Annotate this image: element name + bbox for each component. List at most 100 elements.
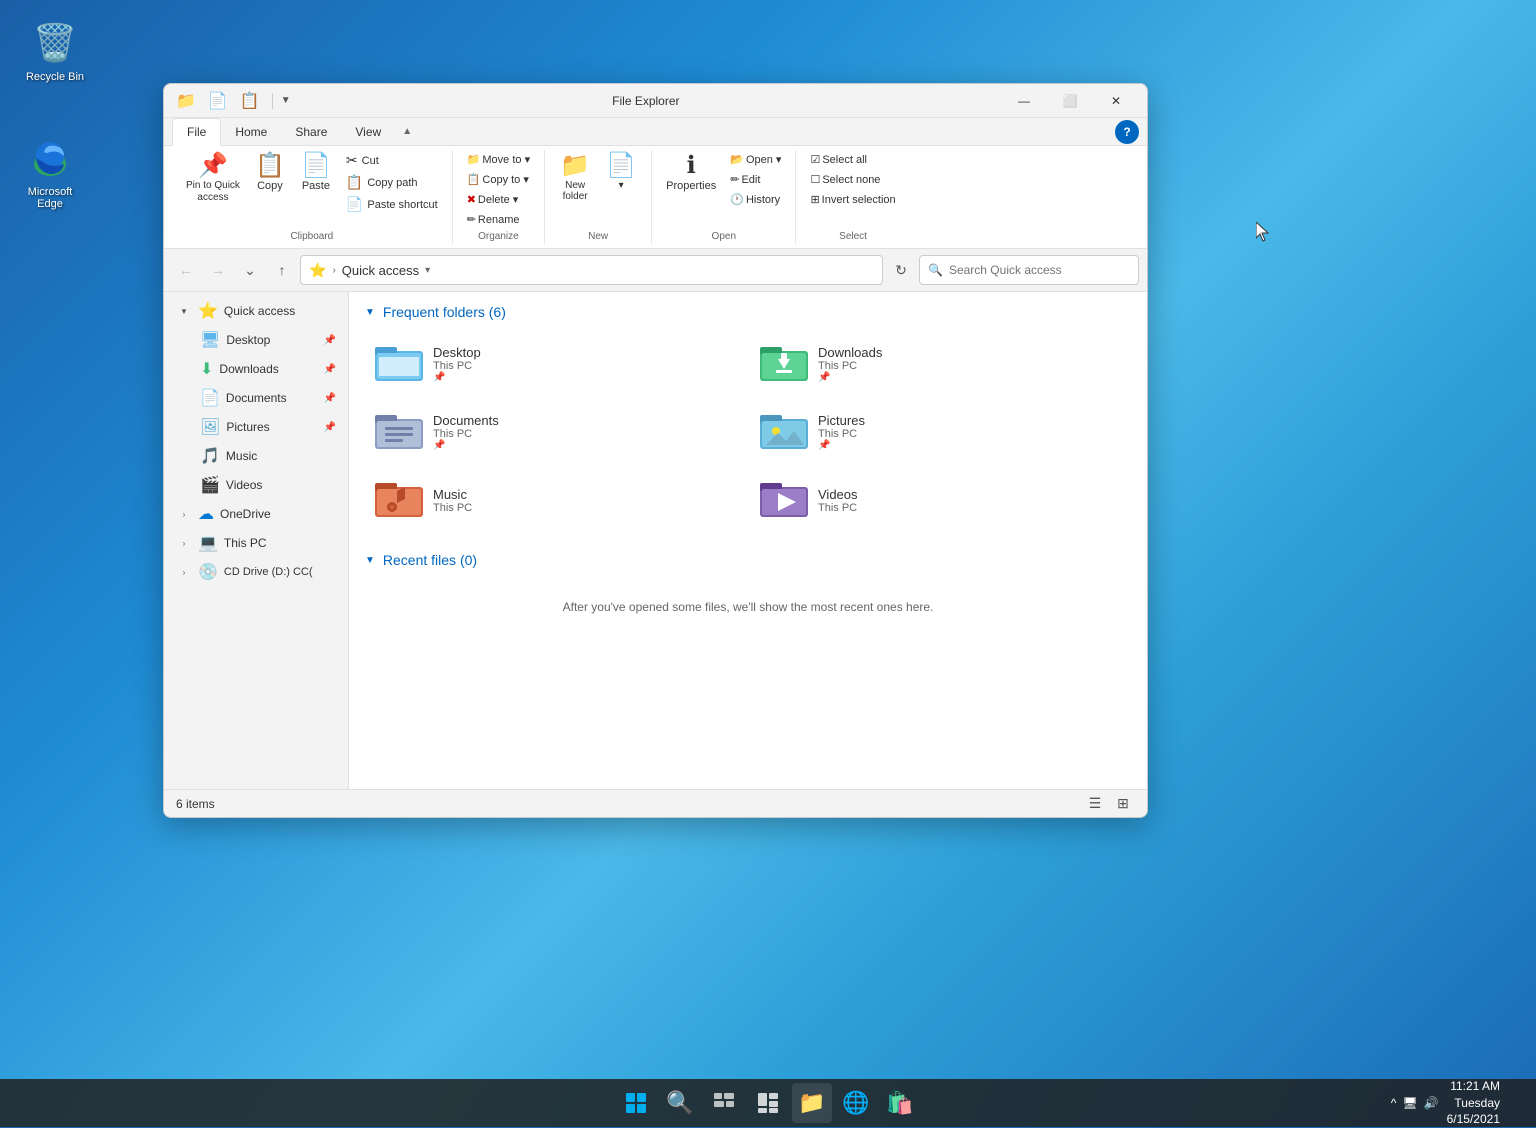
- search-box[interactable]: 🔍: [919, 255, 1139, 285]
- sidebar-item-this-pc[interactable]: › 💻 This PC: [168, 529, 344, 557]
- music-sidebar-icon: 🎵: [200, 446, 220, 466]
- folder-item-videos[interactable]: Videos This PC: [750, 468, 1131, 532]
- forward-button[interactable]: →: [204, 256, 232, 284]
- file-explorer-taskbar-button[interactable]: 📁: [792, 1083, 832, 1123]
- sidebar-item-pictures[interactable]: 🖼 Pictures 📌: [192, 413, 344, 441]
- copy-path-icon: 📋: [346, 174, 363, 191]
- rename-button[interactable]: ✏ Rename: [461, 210, 536, 229]
- copy-path-button[interactable]: 📋 Copy path: [340, 172, 444, 193]
- network-icon[interactable]: 🖥: [1402, 1096, 1417, 1110]
- folder-item-music[interactable]: Music This PC: [365, 468, 746, 532]
- cut-button[interactable]: ✂ Cut: [340, 150, 444, 171]
- list-view-button[interactable]: ☰: [1083, 792, 1107, 816]
- help-button[interactable]: ?: [1115, 120, 1139, 144]
- chevron-icon[interactable]: ^: [1391, 1096, 1397, 1110]
- volume-icon[interactable]: 🔊: [1424, 1096, 1439, 1110]
- paste-icon-tb: 📋: [236, 89, 264, 113]
- copy-to-icon: 📋: [467, 173, 481, 186]
- open-icon: 📂: [730, 153, 744, 166]
- paste-button[interactable]: 📄 Paste: [294, 150, 338, 196]
- title-bar: 📁 📄 📋 ▼ File Explorer — ⬜ ✕: [164, 84, 1147, 118]
- folder-item-downloads[interactable]: Downloads This PC 📌: [750, 332, 1131, 396]
- sidebar-item-music[interactable]: 🎵 Music: [192, 442, 344, 470]
- new-folder-button[interactable]: 📁 Newfolder: [553, 150, 597, 206]
- sidebar-item-documents[interactable]: 📄 Documents 📌: [192, 384, 344, 412]
- minimize-button[interactable]: —: [1001, 84, 1047, 118]
- move-icon: 📁: [467, 153, 481, 166]
- select-all-button[interactable]: ☑ Select all: [804, 150, 901, 169]
- invert-selection-button[interactable]: ⊞ Invert selection: [804, 190, 901, 209]
- path-dropdown-icon[interactable]: ▾: [425, 265, 430, 276]
- paste-shortcut-button[interactable]: 📄 Paste shortcut: [340, 194, 444, 215]
- tab-file[interactable]: File: [172, 118, 221, 146]
- tile-view-button[interactable]: ⊞: [1111, 792, 1135, 816]
- pictures-folder-info: Pictures This PC 📌: [818, 413, 865, 451]
- tab-view[interactable]: View: [341, 119, 395, 145]
- sys-tray[interactable]: ^ 🖥 🔊: [1391, 1096, 1439, 1110]
- delete-button[interactable]: ✖ Delete ▾: [461, 190, 536, 209]
- desktop-folder-info: Desktop This PC 📌: [433, 345, 481, 383]
- open-label: Open ▾: [746, 153, 782, 166]
- sidebar-item-videos[interactable]: 🎬 Videos: [192, 471, 344, 499]
- task-view-button[interactable]: [704, 1083, 744, 1123]
- new-item-button[interactable]: 📄 ▾: [599, 150, 643, 195]
- rename-icon: ✏: [467, 213, 476, 226]
- music-folder-icon: [375, 476, 423, 524]
- recent-files-header[interactable]: ▼ Recent files (0): [365, 552, 1131, 568]
- sidebar-item-downloads[interactable]: ⬇ Downloads 📌: [192, 355, 344, 383]
- desktop-icon-edge[interactable]: Microsoft Edge: [10, 130, 90, 214]
- tab-home[interactable]: Home: [221, 119, 281, 145]
- start-button[interactable]: [616, 1083, 656, 1123]
- move-to-button[interactable]: 📁 Move to ▾: [461, 150, 536, 169]
- select-none-button[interactable]: ☐ Select none: [804, 170, 901, 189]
- folder-icon: 📁: [172, 89, 200, 113]
- widgets-button[interactable]: [748, 1083, 788, 1123]
- copy-to-button[interactable]: 📋 Copy to ▾: [461, 170, 536, 189]
- show-desktop-button[interactable]: [1508, 1083, 1524, 1123]
- open-button[interactable]: 📂 Open ▾: [724, 150, 787, 169]
- search-input[interactable]: [949, 263, 1130, 277]
- folder-item-desktop[interactable]: Desktop This PC 📌: [365, 332, 746, 396]
- sidebar-item-onedrive[interactable]: › ☁ OneDrive: [168, 500, 344, 528]
- desktop-icon-recycle-bin[interactable]: 🗑️ Recycle Bin: [15, 15, 95, 87]
- up-button[interactable]: ↑: [268, 256, 296, 284]
- taskbar-center: 🔍 📁 🌐 🛍️: [616, 1083, 920, 1123]
- edit-button[interactable]: ✏ Edit: [724, 170, 787, 189]
- desktop-pin-icon: 📌: [324, 335, 336, 346]
- frequent-folders-header[interactable]: ▼ Frequent folders (6): [365, 304, 1131, 320]
- folder-item-pictures[interactable]: Pictures This PC 📌: [750, 400, 1131, 464]
- paste-label: Paste: [302, 180, 330, 192]
- sidebar-item-desktop[interactable]: 🖥 Desktop 📌: [192, 326, 344, 354]
- tb-dropdown-arrow[interactable]: ▼: [281, 95, 291, 106]
- tab-share[interactable]: Share: [281, 119, 341, 145]
- edge-taskbar-button[interactable]: 🌐: [836, 1083, 876, 1123]
- history-label: History: [746, 194, 780, 206]
- sidebar-item-cd-drive[interactable]: › 💿 CD Drive (D:) CC(: [168, 558, 344, 586]
- ribbon-group-clipboard: 📌 Pin to Quickaccess 📋 Copy 📄 Paste ✂: [172, 150, 453, 244]
- close-button[interactable]: ✕: [1093, 84, 1139, 118]
- recent-locations-button[interactable]: ⌄: [236, 256, 264, 284]
- open-col: 📂 Open ▾ ✏ Edit 🕐 History: [724, 150, 787, 209]
- back-button[interactable]: ←: [172, 256, 200, 284]
- search-button[interactable]: 🔍: [660, 1083, 700, 1123]
- sidebar-item-quick-access[interactable]: ▼ ⭐ Quick access: [168, 297, 344, 325]
- organize-items: 📁 Move to ▾ 📋 Copy to ▾ ✖ Delete ▾ ✏: [461, 150, 536, 229]
- history-icon: 🕐: [730, 193, 744, 206]
- properties-button[interactable]: ℹ Properties: [660, 150, 722, 196]
- clock[interactable]: 11:21 AM Tuesday 6/15/2021: [1447, 1078, 1500, 1128]
- move-label: Move to ▾: [482, 153, 530, 166]
- store-taskbar-button[interactable]: 🛍️: [880, 1083, 920, 1123]
- status-bar: 6 items ☰ ⊞: [164, 789, 1147, 817]
- address-path[interactable]: ⭐ › Quick access ▾: [300, 255, 883, 285]
- maximize-button[interactable]: ⬜: [1047, 84, 1093, 118]
- pin-quick-access-button[interactable]: 📌 Pin to Quickaccess: [180, 150, 246, 208]
- folder-item-documents[interactable]: Documents This PC 📌: [365, 400, 746, 464]
- ribbon-tabs: File Home Share View ▲ ?: [164, 118, 1147, 146]
- quick-access-icon: ⭐: [198, 301, 218, 321]
- history-button[interactable]: 🕐 History: [724, 190, 787, 209]
- ribbon-collapse-button[interactable]: ▲: [395, 120, 419, 144]
- taskbar-right: ^ 🖥 🔊 11:21 AM Tuesday 6/15/2021: [1391, 1078, 1524, 1128]
- new-item-label: ▾: [619, 180, 624, 191]
- copy-button[interactable]: 📋 Copy: [248, 150, 292, 196]
- refresh-button[interactable]: ↻: [887, 256, 915, 284]
